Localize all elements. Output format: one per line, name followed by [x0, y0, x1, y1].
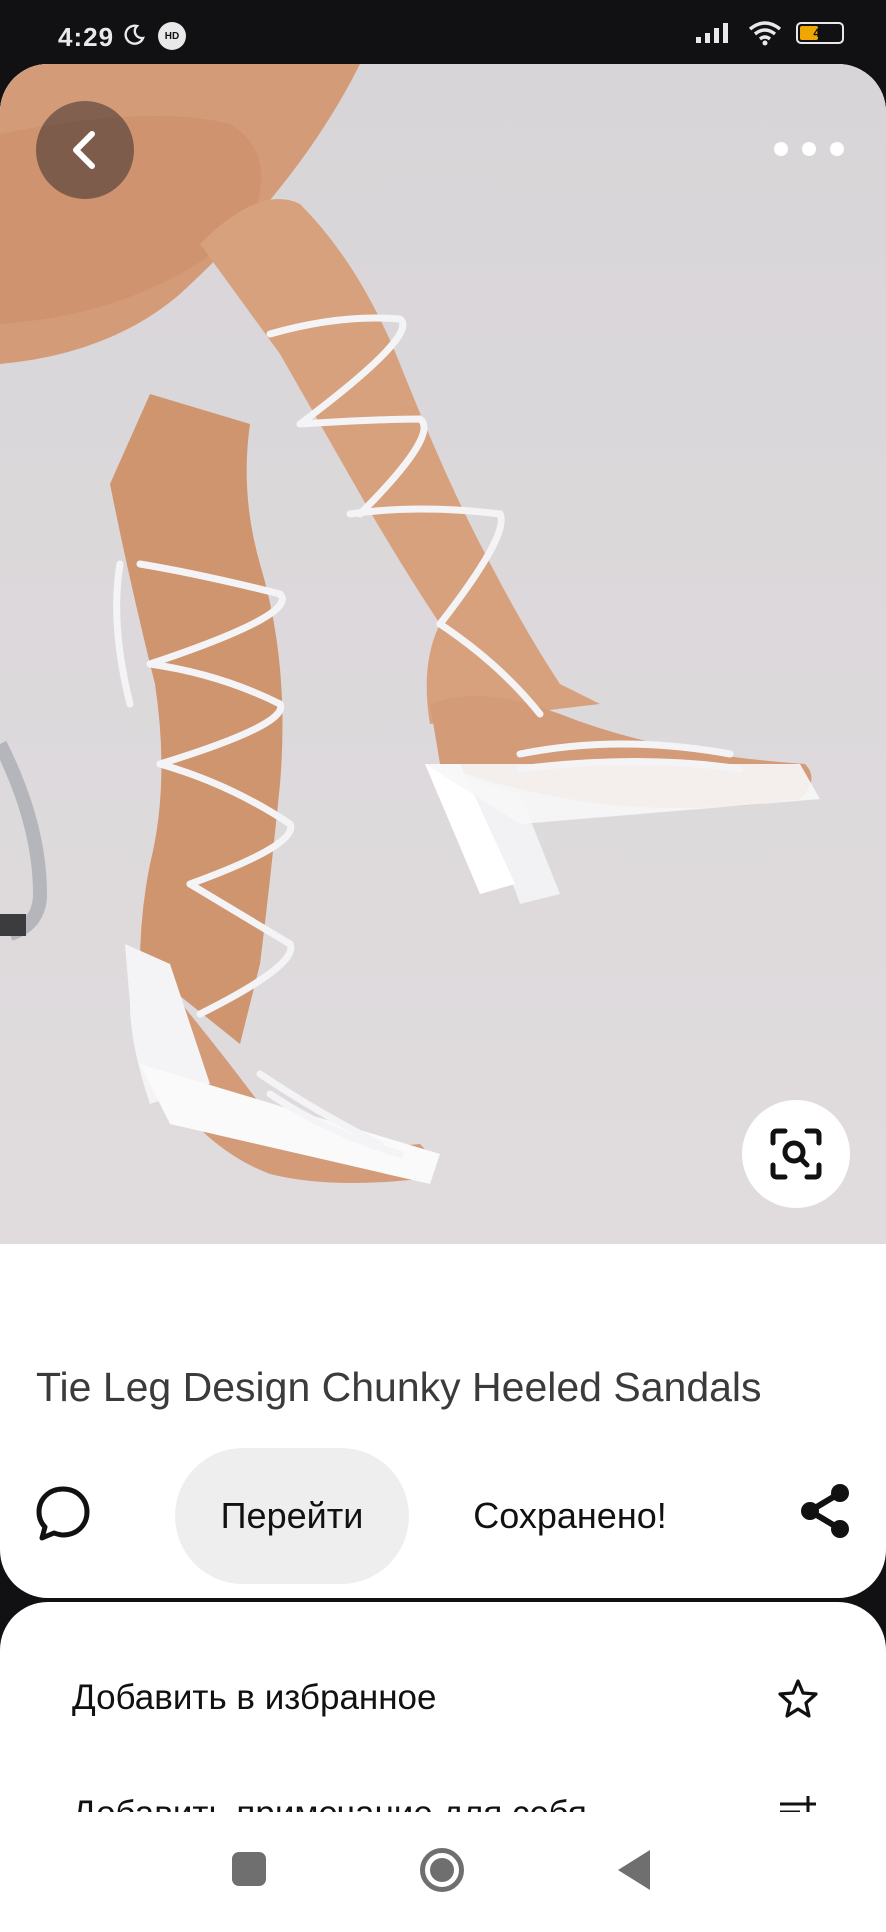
more-dot-icon — [830, 142, 844, 156]
chevron-left-icon — [73, 131, 95, 169]
status-bar: 4:29 HD 44 — [0, 0, 886, 64]
add-to-favorites-item[interactable]: Добавить в избранное — [72, 1668, 818, 1728]
wifi-icon — [748, 21, 782, 46]
signal-icon — [696, 23, 728, 43]
action-bar: Перейти Сохранено! — [0, 1444, 886, 1584]
pin-title: Tie Leg Design Chunky Heeled Sandals — [36, 1364, 762, 1410]
more-options-button[interactable] — [774, 134, 844, 164]
saved-button[interactable]: Сохранено! — [460, 1448, 680, 1584]
status-time: 4:29 — [58, 22, 115, 52]
system-nav-bar — [0, 1812, 886, 1920]
pin-image[interactable] — [0, 64, 886, 1244]
battery-percent: 44 — [813, 26, 827, 40]
more-dot-icon — [774, 142, 788, 156]
go-button[interactable]: Перейти — [175, 1448, 409, 1584]
home-icon-dot — [430, 1858, 454, 1882]
back-icon[interactable] — [618, 1850, 650, 1890]
status-indicators: 44 — [694, 20, 844, 46]
lace-up-sandals-photo — [0, 64, 886, 1244]
moon-icon — [124, 24, 145, 45]
comment-icon[interactable] — [34, 1484, 92, 1542]
share-icon[interactable] — [796, 1482, 854, 1540]
more-dot-icon — [802, 142, 816, 156]
sheet-item-label: Добавить в избранное — [72, 1678, 437, 1717]
status-badge: HD — [158, 22, 186, 50]
pin-card: Tie Leg Design Chunky Heeled Sandals Пер… — [0, 64, 886, 1598]
visual-search-button[interactable] — [742, 1100, 850, 1208]
lens-search-icon — [770, 1128, 822, 1180]
home-icon[interactable] — [420, 1848, 464, 1892]
back-button[interactable] — [36, 101, 134, 199]
star-icon — [778, 1679, 818, 1718]
recents-icon[interactable] — [232, 1852, 266, 1886]
battery-icon: 44 — [796, 22, 844, 44]
